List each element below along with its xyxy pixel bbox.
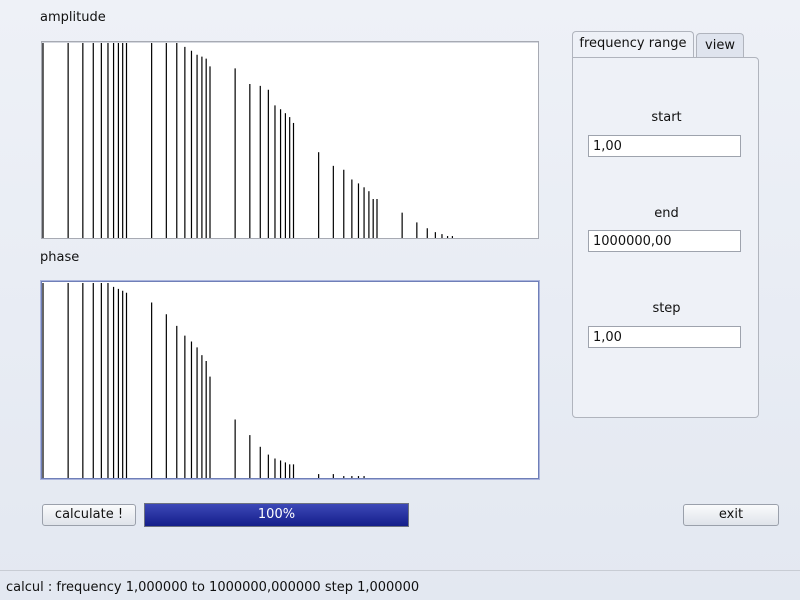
amplitude-plot xyxy=(41,41,539,239)
step-field[interactable] xyxy=(588,326,741,348)
status-text: calcul : frequency 1,000000 to 1000000,0… xyxy=(6,580,420,595)
tab-view-label: view xyxy=(705,38,735,53)
amplitude-label: amplitude xyxy=(40,10,106,25)
step-label: step xyxy=(652,301,681,316)
end-field[interactable] xyxy=(588,230,741,252)
status-separator xyxy=(0,570,800,571)
tab-frequency-range[interactable]: frequency range xyxy=(572,31,694,57)
calculate-button[interactable]: calculate ! xyxy=(42,504,136,526)
progress-text: 100% xyxy=(257,507,296,522)
exit-button[interactable]: exit xyxy=(683,504,779,526)
phase-chart-svg xyxy=(42,283,365,478)
phase-label: phase xyxy=(40,250,80,265)
tab-view[interactable]: view xyxy=(696,33,744,57)
frequency-range-panel: start end step xyxy=(572,57,759,418)
start-field[interactable] xyxy=(588,135,741,157)
tab-frequency-range-label: frequency range xyxy=(579,36,687,51)
phase-plot xyxy=(41,281,539,479)
start-label: start xyxy=(651,110,682,125)
progress-bar: 100% xyxy=(144,503,409,527)
amplitude-chart-svg xyxy=(42,43,454,238)
end-label: end xyxy=(654,206,679,221)
